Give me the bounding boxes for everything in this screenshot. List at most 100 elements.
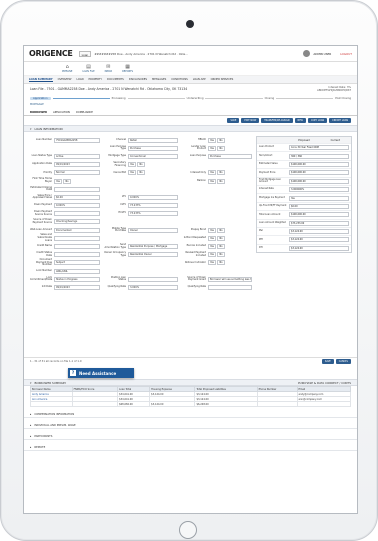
yes-no-toggle[interactable]: Yes No	[208, 137, 225, 143]
calc-field[interactable]: $100,000.00	[289, 161, 349, 167]
loan-select[interactable]: Loan	[78, 50, 92, 57]
yes-option[interactable]: Yes	[128, 170, 136, 176]
action-button[interactable]: NEW	[294, 118, 306, 123]
form-field[interactable]	[54, 244, 100, 250]
yes-option[interactable]: Yes	[208, 235, 216, 241]
table-row[interactable]: $68,082.00 $3,124.00 $6,248.00	[30, 401, 351, 407]
no-option[interactable]: No	[137, 162, 145, 168]
calc-field[interactable]: 3.000000%	[289, 187, 349, 193]
form-field[interactable]	[54, 211, 100, 217]
action-button[interactable]: SAVE	[227, 118, 240, 123]
yes-option[interactable]: Yes	[128, 162, 136, 168]
form-field[interactable]: Documented	[54, 227, 100, 233]
form-field[interactable]: Borrower will use something less here	[208, 276, 252, 282]
action-button[interactable]: COPY LOAN	[307, 118, 328, 123]
pager-button[interactable]: CANCEL	[335, 359, 351, 364]
form-field[interactable]	[54, 235, 100, 241]
nav-item[interactable]: LOAN SUMMARY	[29, 78, 53, 82]
no-option[interactable]: No	[217, 244, 225, 250]
no-option[interactable]: No	[217, 178, 225, 184]
form-field[interactable]: Purchase	[208, 153, 252, 159]
no-option[interactable]: No	[217, 170, 225, 176]
stage-label[interactable]: Processing	[112, 97, 126, 100]
form-field[interactable]: $0.00	[54, 194, 100, 200]
form-field[interactable]: Owner	[128, 227, 178, 233]
yes-no-toggle[interactable]: Yes No	[208, 244, 225, 250]
icon-bar-item[interactable]: ✉ INBOX	[105, 64, 112, 73]
form-field[interactable]	[128, 276, 178, 282]
user-menu[interactable]: ADMIN USER LOGOUT	[303, 50, 352, 57]
no-option[interactable]: No	[217, 260, 225, 266]
sub-nav-item[interactable]: APPLICATION	[53, 111, 70, 114]
form-field[interactable]: Conventional	[128, 153, 178, 159]
yes-no-toggle[interactable]: Yes No	[128, 170, 145, 176]
icon-bar-item[interactable]: ▤ LOAN FILE	[82, 64, 94, 73]
no-option[interactable]: No	[137, 170, 145, 176]
form-field[interactable]: Active	[54, 153, 100, 159]
action-button[interactable]: CREATE LOAN	[329, 118, 351, 123]
calc-field[interactable]: 360 / 360	[289, 153, 349, 159]
calc-field[interactable]: $100,000.00	[289, 170, 349, 176]
stage-label[interactable]: Application	[30, 97, 51, 100]
sub-nav-item[interactable]: BORROWER	[30, 111, 47, 114]
nav-item[interactable]: PROPERTY	[89, 78, 102, 81]
form-field[interactable]: Retail	[128, 137, 178, 143]
stage-label[interactable]: Closing	[265, 97, 274, 100]
form-field[interactable]	[54, 186, 100, 192]
form-field[interactable]: Residential Purpose / Mortgage	[128, 244, 178, 250]
nav-item[interactable]: OVERVIEW	[58, 78, 72, 81]
calc-field[interactable]: $100,000.00	[289, 212, 349, 218]
nav-item[interactable]: CONDITIONS	[171, 78, 188, 81]
yes-no-toggle[interactable]: Yes No	[208, 235, 225, 241]
calc-field[interactable]: $3,124.00	[289, 245, 349, 251]
nav-item[interactable]: DISCLOSURES	[129, 78, 147, 81]
no-option[interactable]: No	[217, 137, 225, 143]
home-button[interactable]	[179, 521, 197, 539]
yes-option[interactable]: Yes	[208, 145, 216, 151]
calc-field[interactable]: $100,000.00	[289, 178, 349, 184]
no-option[interactable]: No	[217, 235, 225, 241]
calc-field[interactable]: $3,124.00	[289, 237, 349, 243]
form-field[interactable]: 09/01/2023	[54, 284, 100, 290]
form-field[interactable]	[54, 252, 100, 258]
stage-label[interactable]: Post Closing	[335, 97, 351, 100]
borrower-link[interactable]: Ann America	[32, 398, 47, 401]
calc-field[interactable]: $3,124.00	[289, 229, 349, 235]
yes-option[interactable]: Yes	[208, 227, 216, 233]
form-field[interactable]: 73.233%	[128, 203, 178, 209]
yes-no-toggle[interactable]: Yes No	[208, 260, 225, 266]
yes-option[interactable]: Yes	[208, 244, 216, 250]
yes-option[interactable]: Yes	[208, 178, 216, 184]
borrower-link[interactable]: Andy America	[32, 393, 49, 396]
form-field[interactable]: 0.000%	[54, 203, 100, 209]
form-field[interactable]	[208, 284, 252, 290]
no-option[interactable]: No	[217, 145, 225, 151]
pager-button[interactable]: SAVE	[321, 359, 334, 364]
nav-item[interactable]: ORDER SERVICES	[211, 78, 234, 81]
yes-no-toggle[interactable]: Yes No	[208, 170, 225, 176]
form-field[interactable]: ANIL/ANIL	[54, 268, 100, 274]
section-borrower-summary[interactable]: ▾ BORROWER SUMMARY PURCHASE & DATA CORRE…	[24, 379, 357, 386]
nav-item[interactable]: LOAN APP	[193, 78, 206, 81]
yes-option[interactable]: Yes	[208, 252, 216, 258]
form-field[interactable]: 7501GAMMA2258	[54, 137, 100, 143]
form-field[interactable]: Status in Progress	[54, 276, 100, 282]
yes-no-toggle[interactable]: Yes No	[208, 252, 225, 258]
no-option[interactable]: No	[217, 227, 225, 233]
collapsed-section[interactable]: ▸ PARTICIPANTS	[24, 433, 357, 440]
yes-option[interactable]: Yes	[208, 137, 216, 143]
yes-option[interactable]: Yes	[208, 170, 216, 176]
yes-option[interactable]: Yes	[208, 260, 216, 266]
form-field[interactable]: Subject	[54, 260, 100, 266]
nav-item[interactable]: LOAN	[76, 78, 83, 81]
logout-link[interactable]: LOGOUT	[340, 52, 352, 56]
calc-field[interactable]: Conv 30 Year Fixed ORM	[289, 145, 349, 151]
form-field[interactable]: 09/01/2023	[54, 162, 100, 168]
sub-nav-item[interactable]: COMPLIANCE	[76, 111, 93, 114]
collapsed-section[interactable]: ▸ REMOTE	[24, 444, 357, 451]
calc-field[interactable]: Yes	[289, 195, 349, 201]
action-button[interactable]: TRANSFER/RE-ASSIGN	[261, 118, 293, 123]
calc-field[interactable]: $0.00	[289, 203, 349, 209]
action-button[interactable]: EDIT NOW	[241, 118, 260, 123]
yes-no-toggle[interactable]: Yes No	[128, 162, 145, 168]
